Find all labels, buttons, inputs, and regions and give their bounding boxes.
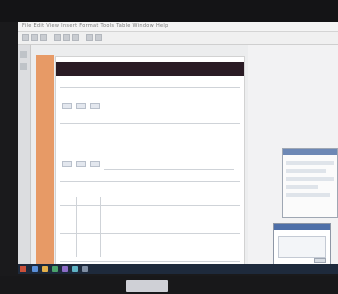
row-divider (60, 205, 240, 206)
new-icon[interactable] (22, 34, 29, 41)
document-header-bar (56, 62, 244, 76)
monitor-bezel-bottom (0, 276, 338, 294)
table-cell[interactable] (90, 103, 100, 109)
app-icon[interactable] (72, 266, 78, 272)
popup-window[interactable] (273, 223, 331, 267)
row-divider (60, 233, 240, 234)
row-divider (60, 181, 240, 182)
undo-icon[interactable] (86, 34, 93, 41)
menu-bar[interactable]: File Edit View Insert Format Tools Table… (18, 22, 338, 32)
popup-ok-button[interactable] (314, 258, 326, 263)
table-cell[interactable] (76, 161, 86, 167)
dialog-field[interactable] (286, 161, 334, 165)
spreadsheet-icon[interactable] (52, 266, 58, 272)
document-page[interactable] (55, 56, 245, 274)
app-icon[interactable] (62, 266, 68, 272)
row-divider (60, 87, 240, 88)
table-cell[interactable] (62, 103, 72, 109)
document-margin (36, 55, 54, 274)
dialog-title-bar[interactable] (283, 149, 337, 155)
table-cell[interactable] (62, 161, 72, 167)
row-divider (104, 169, 234, 170)
styles-icon[interactable] (20, 63, 27, 70)
properties-dialog[interactable] (282, 148, 338, 218)
row-divider (60, 123, 240, 124)
table-cell[interactable] (90, 161, 100, 167)
start-icon[interactable] (20, 266, 26, 272)
column-line (76, 197, 77, 257)
popup-content[interactable] (278, 236, 326, 258)
dialog-field[interactable] (286, 169, 326, 173)
toolbar (18, 32, 338, 45)
dialog-field[interactable] (286, 185, 318, 189)
save-icon[interactable] (40, 34, 47, 41)
open-icon[interactable] (31, 34, 38, 41)
copy-icon[interactable] (63, 34, 70, 41)
paste-icon[interactable] (72, 34, 79, 41)
cut-icon[interactable] (54, 34, 61, 41)
monitor-bezel-top (0, 0, 338, 22)
menu-items[interactable]: File Edit View Insert Format Tools Table… (22, 23, 169, 29)
table-cell[interactable] (76, 103, 86, 109)
taskbar (18, 264, 338, 274)
redo-icon[interactable] (95, 34, 102, 41)
monitor-sticker (126, 280, 168, 292)
column-line (100, 197, 101, 257)
navigator-icon[interactable] (20, 51, 27, 58)
monitor-screen: File Edit View Insert Format Tools Table… (18, 22, 338, 274)
row-divider (60, 261, 240, 262)
dialog-field[interactable] (286, 177, 334, 181)
folder-icon[interactable] (42, 266, 48, 272)
dialog-field[interactable] (286, 193, 330, 197)
app-icon[interactable] (82, 266, 88, 272)
browser-icon[interactable] (32, 266, 38, 272)
popup-title-bar[interactable] (274, 224, 330, 230)
side-panel (18, 45, 31, 274)
